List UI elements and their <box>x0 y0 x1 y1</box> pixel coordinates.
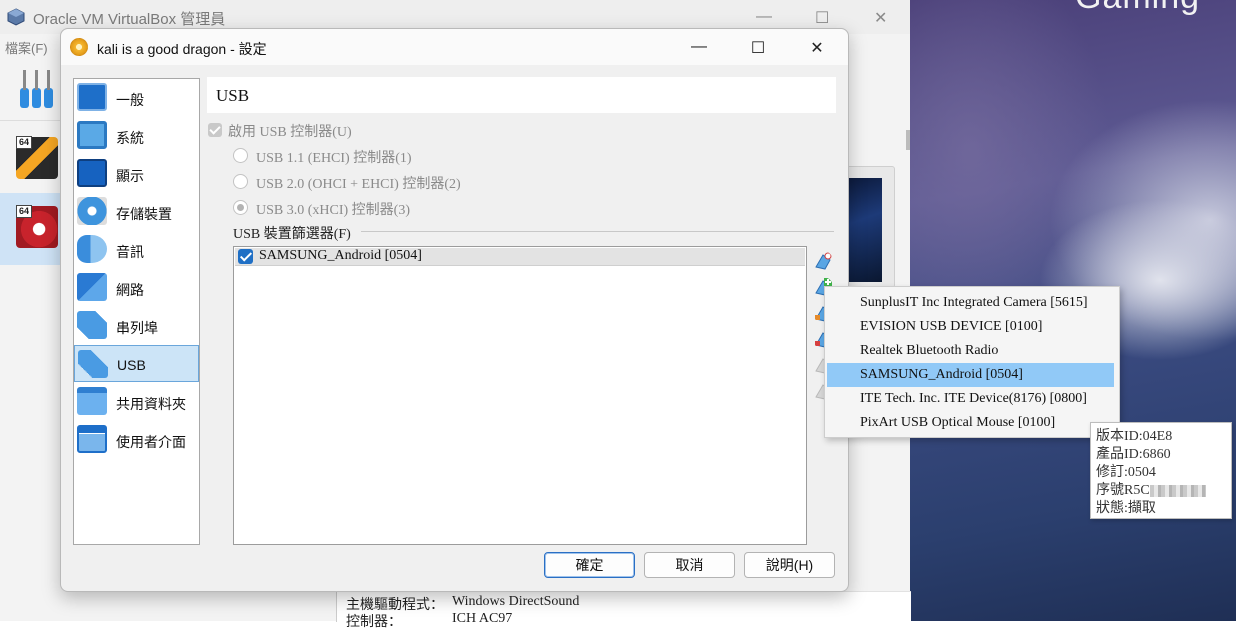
detail-value: ICH AC97 <box>452 611 513 626</box>
network-icon <box>77 273 107 301</box>
usb3-label: USB 3.0 (xHCI) 控制器(3) <box>256 203 410 218</box>
device-tooltip: 版本ID:04E8 產品ID:6860 修訂:0504 序號R5C 狀態:擷取 <box>1090 422 1232 519</box>
menu-item-device[interactable]: ITE Tech. Inc. ITE Device(8176) [0800] <box>827 387 1114 411</box>
vm-64bit-badge: 64 <box>16 205 33 218</box>
section-title: USB <box>216 86 250 105</box>
detail-value: Windows DirectSound <box>452 594 580 609</box>
close-icon[interactable]: ✕ <box>807 38 827 58</box>
filters-label: USB 裝置篩選器(F) <box>233 227 351 242</box>
category-general[interactable]: 一般 <box>74 79 199 116</box>
manager-title: Oracle VM VirtualBox 管理員 <box>33 11 226 28</box>
enable-usb-label: 啟用 USB 控制器(U) <box>228 125 352 140</box>
audio-speaker-icon <box>77 235 107 263</box>
close-icon[interactable]: ✕ <box>874 8 887 28</box>
display-monitor-icon <box>77 159 107 187</box>
category-label: 串列埠 <box>116 320 158 336</box>
tooltip-serial-row: 序號R5C <box>1096 479 1206 499</box>
category-label: 存儲裝置 <box>116 206 172 222</box>
usb1-radio[interactable] <box>233 148 248 163</box>
category-user-interface[interactable]: 使用者介面 <box>74 421 199 458</box>
usb3-radio[interactable] <box>233 200 248 215</box>
menu-item-device[interactable]: EVISION USB DEVICE [0100] <box>827 315 1114 339</box>
enable-usb-checkbox[interactable] <box>208 123 222 137</box>
usb-filter-list[interactable]: SAMSUNG_Android [0504] <box>233 246 807 545</box>
dialog-title: kali is a good dragon - 設定 <box>97 41 267 57</box>
filter-checkbox[interactable] <box>238 249 253 264</box>
category-shared-folders[interactable]: 共用資料夾 <box>74 383 199 420</box>
dialog-title-bar: kali is a good dragon - 設定 — ☐ ✕ <box>61 29 848 65</box>
menu-file[interactable]: 檔案(F) <box>5 38 48 57</box>
usb1-label: USB 1.1 (EHCI) 控制器(1) <box>256 151 412 166</box>
category-label: USB <box>117 357 146 373</box>
vm-preview-image <box>848 178 882 282</box>
category-system[interactable]: 系統 <box>74 117 199 154</box>
filter-label: SAMSUNG_Android [0504] <box>259 248 422 263</box>
ok-button[interactable]: 確定 <box>544 552 635 578</box>
tools-separator <box>0 120 62 121</box>
add-empty-filter-icon[interactable] <box>813 251 833 271</box>
cancel-button[interactable]: 取消 <box>644 552 735 578</box>
serial-port-icon <box>77 311 107 339</box>
menu-item-device[interactable]: PixArt USB Optical Mouse [0100] <box>827 411 1114 435</box>
tooltip-revision: 修訂:0504 <box>1096 465 1156 480</box>
filters-group-line <box>361 231 834 232</box>
system-chip-icon <box>77 121 107 149</box>
shared-folder-icon <box>77 387 107 415</box>
filter-row[interactable]: SAMSUNG_Android [0504] <box>235 248 805 266</box>
usb2-label: USB 2.0 (OHCI + EHCI) 控制器(2) <box>256 177 461 192</box>
vm-list-item[interactable]: 64 <box>0 124 62 194</box>
category-network[interactable]: 網路 <box>74 269 199 306</box>
virtualbox-logo-icon <box>7 8 25 26</box>
tooltip-serial: 序號R5C <box>1096 483 1150 498</box>
category-serial[interactable]: 串列埠 <box>74 307 199 344</box>
usb-device-menu: SunplusIT Inc Integrated Camera [5615] E… <box>824 286 1120 438</box>
category-usb[interactable]: USB <box>74 345 199 382</box>
menu-item-device-highlighted[interactable]: SAMSUNG_Android [0504] <box>827 363 1114 387</box>
category-label: 系統 <box>116 130 144 146</box>
category-list: 一般 系統 顯示 存儲裝置 音訊 網路 串列埠 USB 共用資料夾 使用者介面 <box>73 78 200 545</box>
vm-list-item-selected[interactable]: 64 <box>0 193 62 265</box>
minimize-icon[interactable]: — <box>689 38 709 56</box>
vm-64bit-badge: 64 <box>16 136 33 149</box>
category-label: 音訊 <box>116 244 144 260</box>
detail-row: 控制器： ICH AC97 <box>346 611 512 631</box>
section-header: USB <box>207 77 836 113</box>
category-display[interactable]: 顯示 <box>74 155 199 192</box>
maximize-icon[interactable]: ☐ <box>748 38 768 58</box>
general-icon <box>77 83 107 111</box>
detail-label: 控制器： <box>346 615 402 630</box>
usb-icon <box>78 350 108 378</box>
usb2-radio[interactable] <box>233 174 248 189</box>
help-button[interactable]: 說明(H) <box>744 552 835 578</box>
storage-disk-icon <box>77 197 107 225</box>
tooltip-product: 產品ID:6860 <box>1096 447 1171 462</box>
tools-icon[interactable] <box>18 68 56 110</box>
category-audio[interactable]: 音訊 <box>74 231 199 268</box>
maximize-icon[interactable]: ☐ <box>815 8 829 28</box>
gear-icon <box>70 38 88 56</box>
category-label: 網路 <box>116 282 144 298</box>
user-interface-icon <box>77 425 107 453</box>
wallpaper-text: Gaming <box>1075 0 1200 17</box>
category-storage[interactable]: 存儲裝置 <box>74 193 199 230</box>
manager-scrollbar[interactable] <box>906 130 910 150</box>
category-label: 使用者介面 <box>116 434 186 450</box>
category-label: 共用資料夾 <box>116 396 186 412</box>
menu-item-device[interactable]: Realtek Bluetooth Radio <box>827 339 1114 363</box>
category-label: 一般 <box>116 92 144 108</box>
minimize-icon[interactable]: — <box>756 8 772 26</box>
category-label: 顯示 <box>116 168 144 184</box>
menu-item-device[interactable]: SunplusIT Inc Integrated Camera [5615] <box>827 291 1114 315</box>
settings-dialog: kali is a good dragon - 設定 — ☐ ✕ 一般 系統 顯… <box>60 28 849 592</box>
tooltip-vendor: 版本ID:04E8 <box>1096 429 1173 444</box>
redacted-serial <box>1149 484 1206 497</box>
tooltip-state: 狀態:擷取 <box>1096 501 1156 516</box>
